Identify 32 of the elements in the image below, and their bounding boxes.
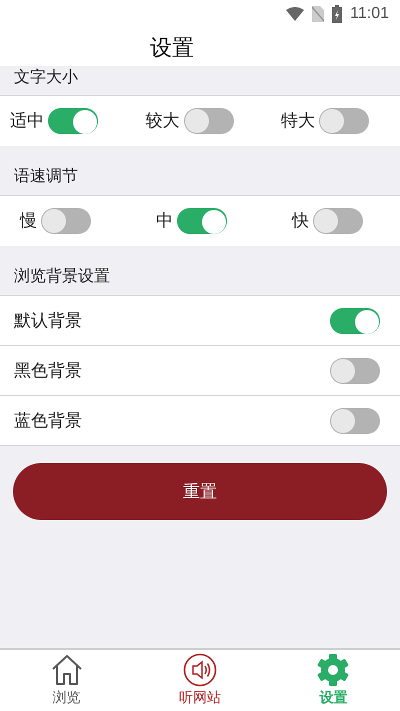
wifi-icon <box>286 7 304 21</box>
toggle-switch[interactable] <box>41 208 91 234</box>
toggle-switch[interactable] <box>330 408 380 434</box>
page-title: 设置 <box>150 34 194 62</box>
option-label: 适中 <box>10 110 44 132</box>
option-label: 中 <box>156 210 173 232</box>
option-label: 较大 <box>146 110 180 132</box>
section-header: 浏览背景设置 <box>14 266 110 287</box>
reset-button[interactable]: 重置 <box>13 463 387 520</box>
toggle-switch[interactable] <box>177 208 227 234</box>
toggle-switch[interactable] <box>184 108 234 134</box>
background-option-label: 默认背景 <box>14 310 82 332</box>
battery-icon <box>332 5 342 23</box>
house-icon <box>50 653 84 687</box>
status-time: 11:01 <box>350 4 389 24</box>
toggle-switch[interactable] <box>330 358 380 384</box>
option-label: 特大 <box>281 110 315 132</box>
tab-bar-item[interactable]: 浏览 <box>0 650 134 711</box>
toggle-switch[interactable] <box>313 208 363 234</box>
section-header: 语速调节 <box>14 166 78 187</box>
background-option-label: 蓝色背景 <box>14 410 82 432</box>
background-option-label: 黑色背景 <box>14 360 82 382</box>
toggle-switch[interactable] <box>330 308 380 334</box>
option-label: 慢 <box>20 210 37 232</box>
speaker-icon <box>182 653 217 687</box>
gear-icon <box>316 653 350 687</box>
option-label: 快 <box>292 210 309 232</box>
tab-bar-item[interactable]: 听网站 <box>133 650 267 711</box>
toggle-switch[interactable] <box>319 108 369 134</box>
no-sim-icon <box>312 6 324 22</box>
section-header: 文字大小 <box>14 69 78 86</box>
toggle-switch[interactable] <box>48 108 98 134</box>
